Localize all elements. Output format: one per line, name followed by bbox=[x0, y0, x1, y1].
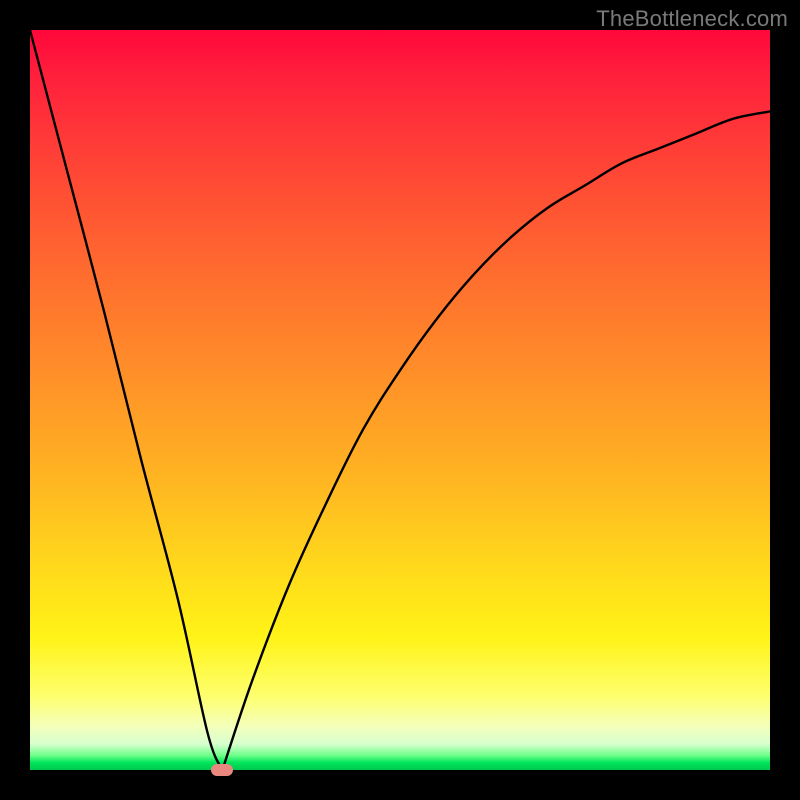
chart-frame: TheBottleneck.com bbox=[0, 0, 800, 800]
watermark-text: TheBottleneck.com bbox=[596, 6, 788, 32]
optimum-marker bbox=[211, 764, 233, 776]
bottleneck-curve bbox=[30, 30, 770, 770]
plot-area bbox=[30, 30, 770, 770]
curve-right bbox=[222, 111, 770, 770]
curve-left bbox=[30, 30, 222, 770]
